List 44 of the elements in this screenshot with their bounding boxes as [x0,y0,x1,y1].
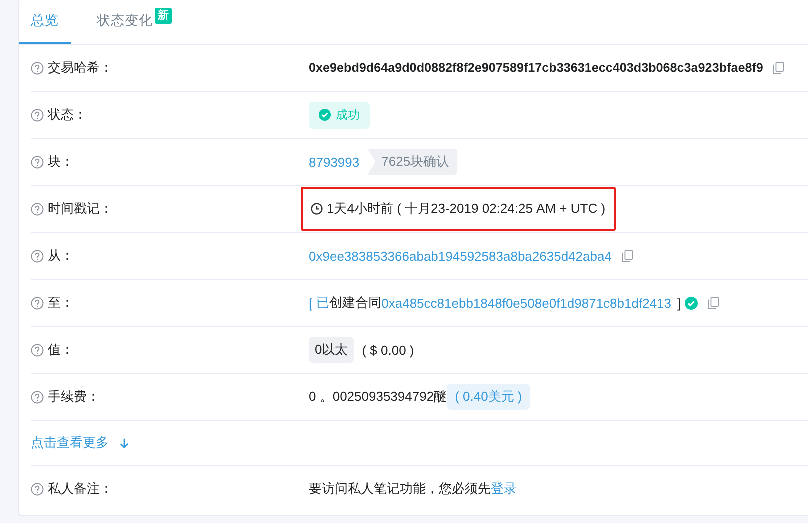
address-link[interactable]: 0x9ee383853366abab194592583a8ba2635d42aba4 [309,248,612,264]
help-icon[interactable] [31,202,44,216]
help-icon[interactable] [31,62,44,74]
field-label: 手续费： [48,388,100,406]
help-icon[interactable] [31,108,44,122]
tab[interactable]: 总览 [19,0,71,44]
contract-created-text: 创建合同 [330,294,382,312]
new-badge: 新 [155,8,172,24]
bracket-text: [ [309,296,313,310]
status-badge: 成功 [309,102,370,128]
transaction-hash: 0xe9ebd9d64a9d0d0882f8f2e907589f17cb33631ecc403d3b068c3a923bfae8f9 [309,61,764,75]
help-icon[interactable] [31,296,44,310]
usd-value: ( $ 0.00 ) [362,342,414,358]
field-label: 时间戳记： [48,200,113,218]
value-tag: 0以太 [309,337,354,363]
contract-address-link[interactable]: 0xa485cc81ebb1848f0e508e0f1d9871c8b1df2413 [382,296,672,310]
block-link[interactable]: 8793993 [309,154,360,170]
help-icon[interactable] [31,250,44,262]
bracket-text: ] [678,296,682,310]
show-more-link[interactable]: 点击查看更多 [31,434,130,452]
confirmations-tag: 7625块确认 [368,149,458,175]
login-notice: 要访问私人笔记功能，您必须先登录 [309,480,517,498]
copy-icon[interactable] [708,296,720,310]
field-label: 交易哈希： [48,59,113,77]
help-icon[interactable] [31,482,44,496]
status-word: 已 [316,294,330,312]
timestamp-text: 1天4小时前 ( 十月23-2019 02:24:25 AM + UTC ) [327,200,606,218]
field-label: 从： [48,247,74,265]
check-circle-icon [319,109,331,121]
help-icon[interactable] [31,156,44,168]
login-link[interactable]: 登录 [491,481,517,496]
field-label: 至： [48,294,74,312]
down-arrow-icon [119,438,130,448]
fee-value: 0 。00250935394792醚 [309,388,448,406]
copy-icon[interactable] [622,250,633,262]
help-icon[interactable] [31,344,44,356]
field-label: 块： [48,153,74,171]
copy-icon[interactable] [773,62,784,74]
field-label: 状态： [48,106,87,124]
usd-fee-tag: ( 0.40美元 ) [447,384,530,410]
field-label: 私人备注： [48,480,113,498]
help-icon[interactable] [31,390,44,404]
field-label: 值： [48,341,74,359]
clock-icon [311,203,323,215]
